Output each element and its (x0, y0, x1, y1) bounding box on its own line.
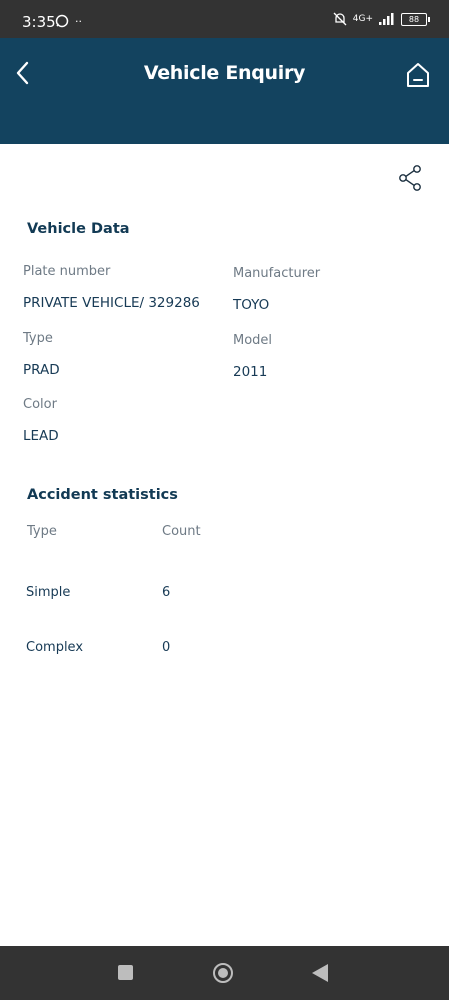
accident-count-header: Count (162, 524, 201, 539)
whatsapp-icon (55, 14, 69, 28)
type-value: PRAD (23, 362, 60, 378)
home-circle-icon[interactable] (212, 962, 234, 984)
model-label: Model (233, 333, 273, 348)
battery-level: 88 (408, 14, 420, 24)
signal-icon (379, 13, 394, 25)
plate-number-value: PRIVATE VEHICLE/ 329286 (23, 295, 200, 311)
status-right-icons: 4G+ 88 (333, 12, 430, 26)
status-time: 3:35 (22, 13, 56, 31)
accident-count-cell: 0 (162, 640, 171, 655)
recents-square-icon[interactable] (118, 965, 133, 980)
model-value: 2011 (233, 364, 268, 380)
manufacturer-label: Manufacturer (233, 266, 321, 281)
app-header: Vehicle Enquiry (0, 38, 449, 144)
accident-count-cell: 6 (162, 585, 171, 600)
color-value: LEAD (23, 428, 59, 444)
home-icon[interactable] (403, 60, 433, 90)
dots-icon: ·· (75, 14, 82, 28)
share-icon[interactable] (397, 164, 425, 192)
manufacturer-value: TOYO (233, 297, 270, 313)
color-label: Color (23, 397, 57, 412)
status-left-icons: ·· (55, 14, 82, 28)
plate-number-label: Plate number (23, 264, 111, 279)
accident-statistics-title: Accident statistics (27, 487, 178, 503)
type-label: Type (23, 331, 53, 346)
page-title: Vehicle Enquiry (143, 62, 306, 84)
battery-icon: 88 (401, 12, 430, 26)
status-bar: 3:35 ·· 4G+ 88 (0, 0, 449, 38)
network-type: 4G+ (352, 14, 373, 24)
muted-bell-icon (333, 12, 347, 26)
accident-type-cell: Complex (26, 640, 84, 655)
vehicle-data-title: Vehicle Data (27, 221, 130, 237)
accident-type-header: Type (27, 524, 57, 539)
back-triangle-icon[interactable] (311, 963, 329, 983)
accident-type-cell: Simple (26, 585, 71, 600)
